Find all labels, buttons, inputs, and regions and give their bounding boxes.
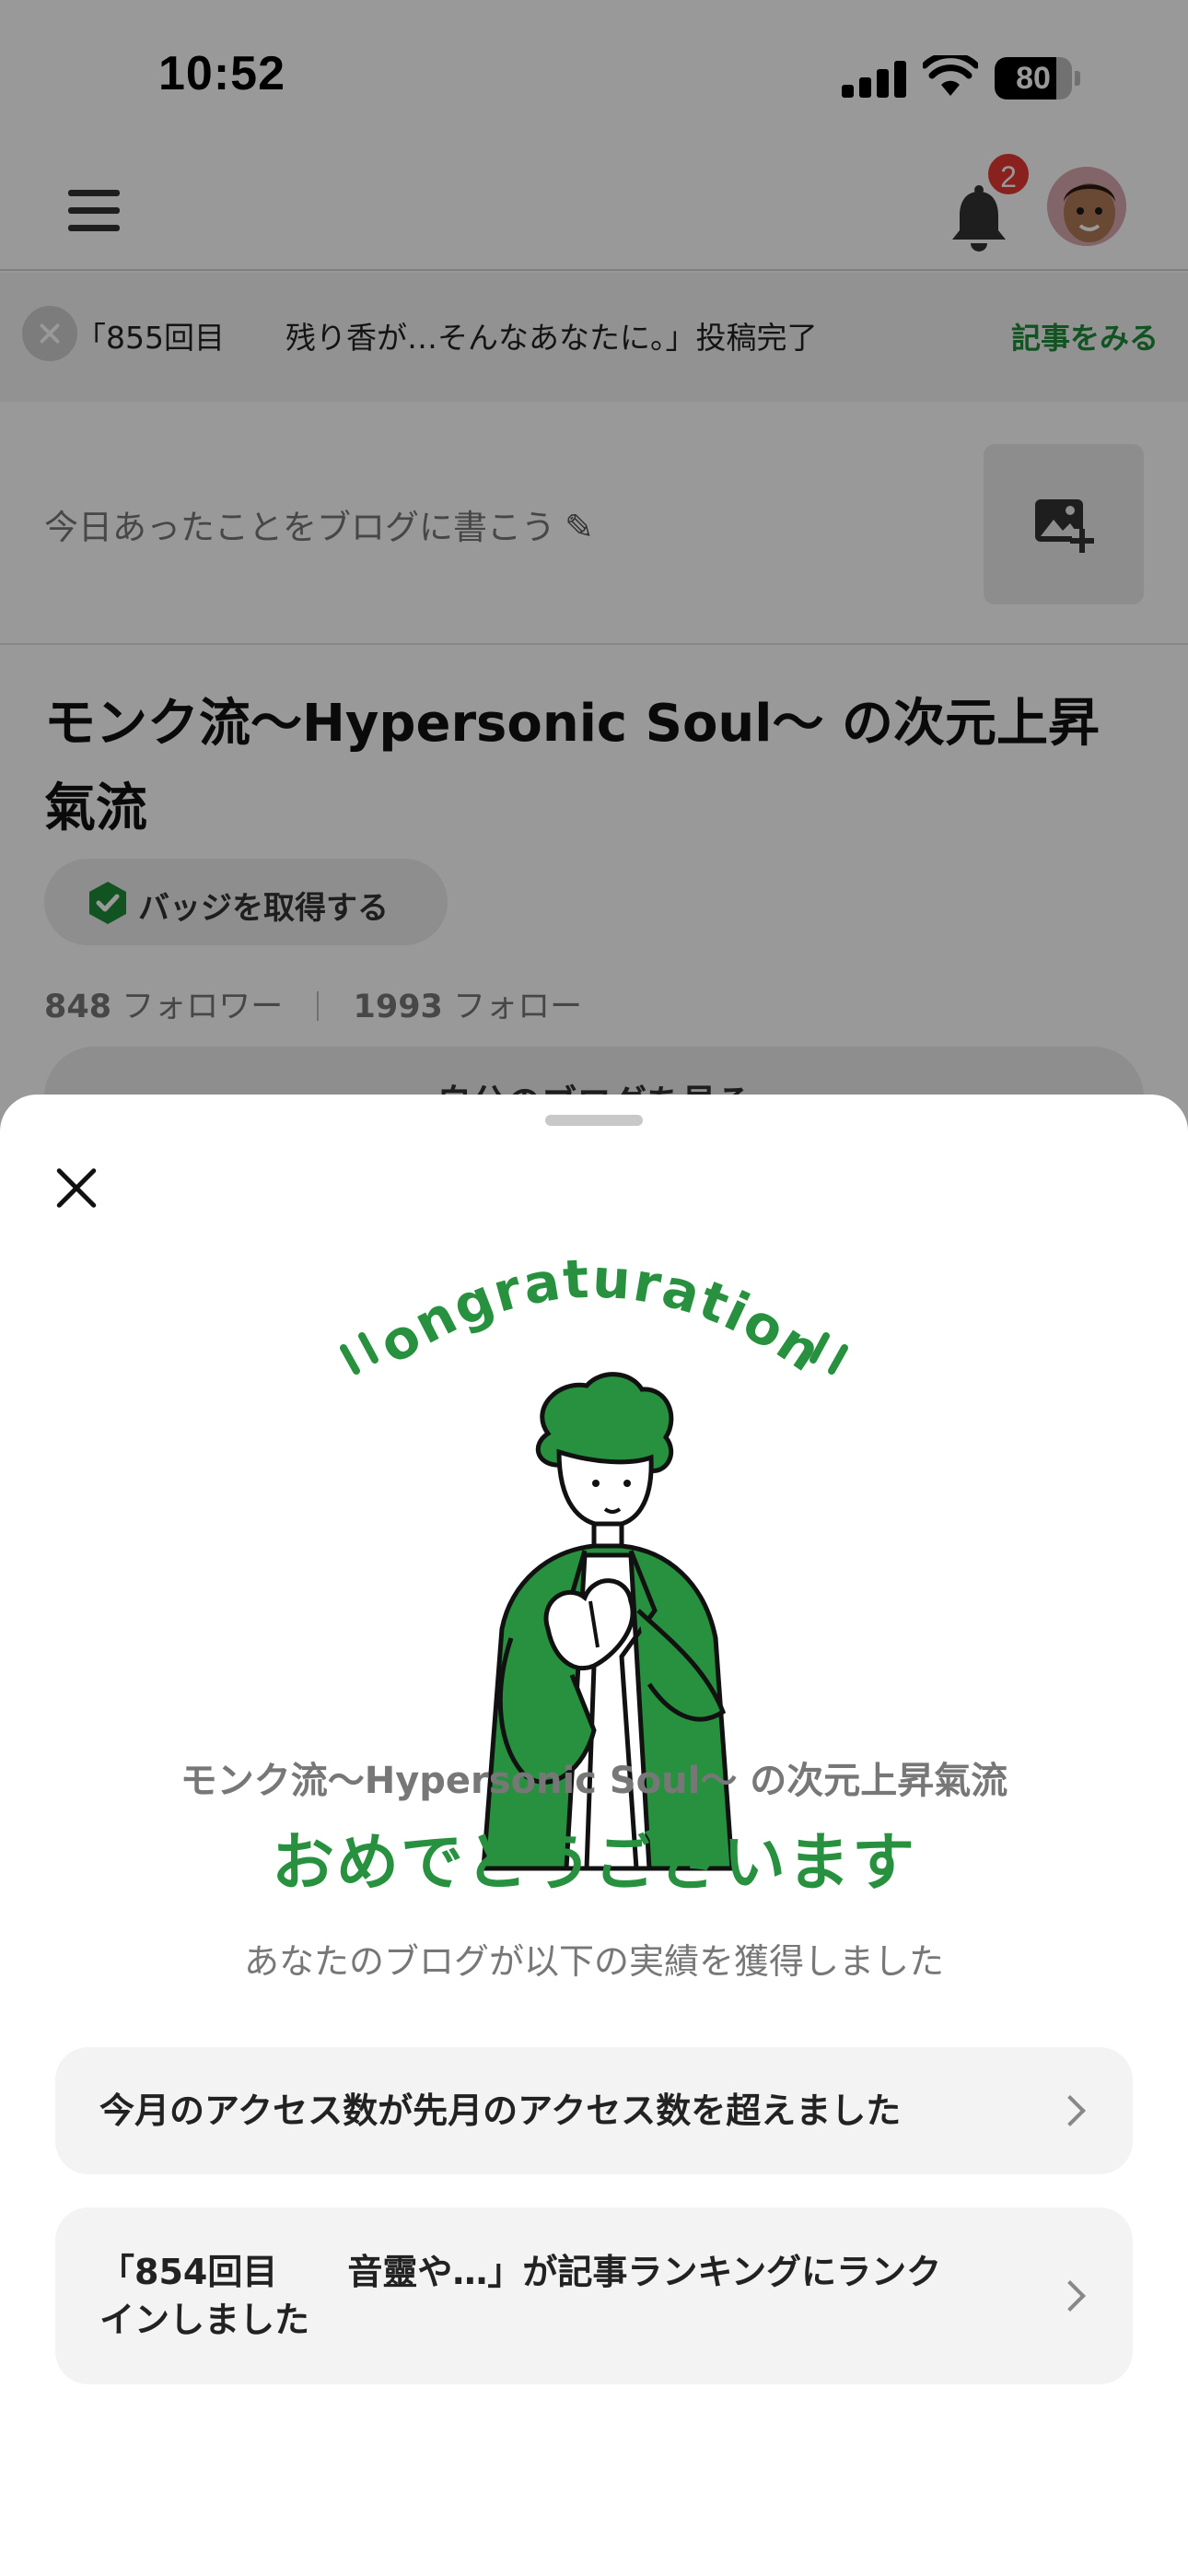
achievement-text: 今月のアクセス数が先月のアクセス数を超えました [99,2090,902,2131]
achievement-bottom-sheet: Congraturation! モンク流〜Hypersonic [0,1095,1188,2576]
achievement-text: 「854回目 音靈や…」が記事ランキングにランク インしました [99,2252,942,2340]
svg-text:Congraturation!: Congraturation! [318,1233,833,1385]
achievement-item-access[interactable]: 今月のアクセス数が先月のアクセス数を超えました [55,2047,1133,2174]
chevron-right-icon [1054,2280,1086,2312]
sheet-grabber[interactable] [545,1115,643,1126]
chevron-right-icon [1054,2095,1086,2126]
illustration-congrats-text: Congraturation! [318,1233,832,1385]
congratulations-heading: おめでとうございます [271,1827,916,1900]
sheet-blog-name: モンク流〜Hypersonic Soul〜 の次元上昇氣流 [180,1760,1008,1802]
close-sheet-button[interactable] [52,1163,103,1214]
achievement-subtitle: あなたのブログが以下の実績を獲得しました [243,1941,944,1982]
achievement-item-ranking[interactable]: 「854回目 音靈や…」が記事ランキングにランク インしました [55,2207,1133,2384]
